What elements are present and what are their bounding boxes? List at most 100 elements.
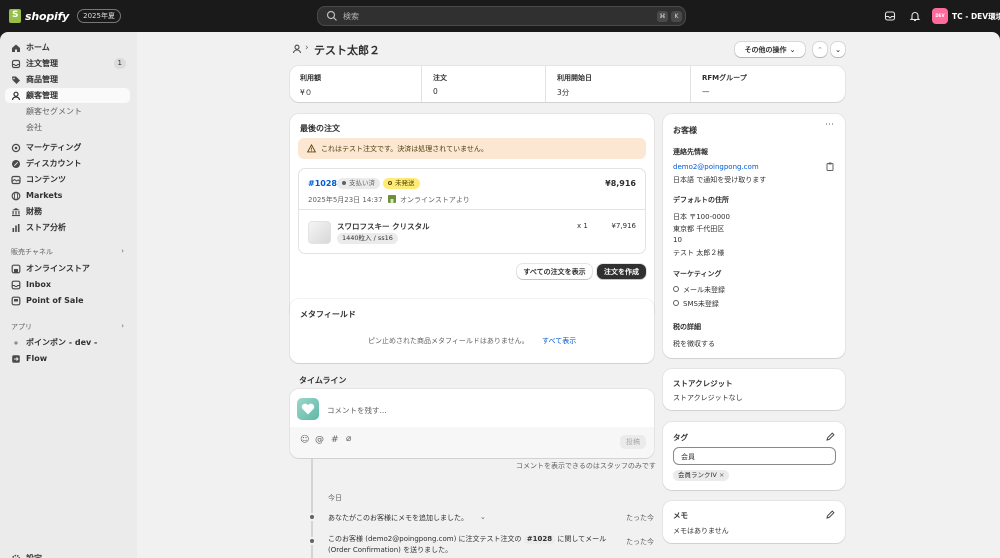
stat-label: 利用額 (300, 74, 321, 82)
memo-card: メモ メモはありません (663, 501, 845, 543)
globe-icon (11, 191, 21, 200)
sidebar-item-analytics[interactable]: ストア分析 (5, 220, 130, 235)
chevron-down-icon: ⌄ (789, 45, 796, 54)
sidebar-item-home[interactable]: ホーム (5, 40, 130, 55)
tags-input[interactable]: 会員 (673, 447, 836, 465)
marketing-title: マーケティング (673, 270, 722, 278)
edit-pencil-icon[interactable] (826, 510, 835, 519)
page-title: テスト太郎２ (314, 44, 380, 57)
search-input[interactable]: 検索 ⌘ K (317, 6, 686, 26)
email-marketing-status-icon (673, 286, 679, 292)
chart-icon (12, 223, 20, 232)
sidebar-item-orders[interactable]: 注文管理 1 (5, 56, 130, 71)
shortcut-key-k: K (671, 11, 682, 22)
sidebar-item-content[interactable]: コンテンツ (5, 172, 130, 187)
event-text: このお客様 (demo2@poingpong.com) に注文テスト注文の (328, 535, 522, 543)
avatar (297, 398, 319, 420)
sidebar-item-markets[interactable]: Markets (5, 188, 130, 203)
hashtag-icon[interactable]: # (331, 435, 339, 445)
stat-orders: 注文 0 (423, 66, 546, 102)
order-summary-box: #1028 支払い済 未発送 ¥8,916 2025年5月23日 14:37 オ… (298, 168, 646, 254)
more-horizontal-icon[interactable]: ⋯ (825, 120, 834, 130)
address-line: 日本 〒100-0000 (673, 213, 730, 221)
sidebar-item-label: ホーム (26, 43, 50, 52)
orders-icon (11, 59, 21, 68)
sidebar-item-companies[interactable]: 会社 (5, 120, 130, 135)
comment-input[interactable]: コメントを残す... (327, 405, 387, 416)
event-order-badge[interactable]: #1028 (523, 535, 556, 544)
store-credit-title: ストアクレジット (673, 379, 733, 388)
contact-info-title: 連絡先情報 (673, 148, 708, 156)
pos-icon (11, 296, 21, 305)
mention-icon[interactable]: @ (315, 435, 324, 445)
sms-marketing-status: SMS未登録 (683, 300, 719, 308)
order-item-name[interactable]: スワロフスキー クリスタル (337, 221, 430, 232)
test-order-notice: これはテスト注文です。決済は処理されていません。 (321, 145, 488, 153)
sidebar-item-flow[interactable]: Flow (5, 351, 130, 366)
sidebar-item-products[interactable]: 商品管理 (5, 72, 130, 87)
top-bar: shopify 2025年夏 検索 ⌘ K DEV TC - DEV環境 (0, 0, 1000, 32)
metafields-show-all-link[interactable]: すべて表示 (542, 336, 576, 346)
sidebar-item-settings[interactable]: 設定 (5, 551, 130, 558)
edit-pencil-icon[interactable] (826, 432, 835, 441)
copy-icon[interactable] (826, 162, 834, 171)
sidebar-item-poinpon-app[interactable]: ポインポン - dev - (5, 335, 130, 350)
default-address-title: デフォルトの住所 (673, 196, 729, 204)
view-all-orders-label: すべての注文を表示 (523, 267, 586, 276)
next-customer-button[interactable]: ⌄ (831, 42, 845, 57)
chevron-up-icon: ⌃ (817, 45, 823, 54)
shopify-logo[interactable]: shopify 2025年夏 (9, 9, 121, 23)
sidebar-item-label: Markets (26, 191, 63, 200)
bell-icon[interactable] (909, 10, 921, 22)
sales-channels-section[interactable]: 販売チャネル › (5, 247, 130, 257)
sidebar-item-discounts[interactable]: ディスカウント (5, 156, 130, 171)
chevron-down-icon[interactable]: ⌄ (480, 513, 486, 521)
store-credit-value: ストアクレジットなし (673, 394, 743, 402)
sidebar-item-segments[interactable]: 顧客セグメント (5, 104, 130, 119)
sidebar-item-label: ディスカウント (26, 159, 82, 168)
sms-marketing-status-icon (673, 300, 679, 306)
chevron-right-icon: › (121, 322, 124, 330)
sidebar-item-label: 注文管理 (26, 59, 58, 68)
store-switcher[interactable]: DEV TC - DEV環境 (932, 8, 1000, 24)
tax-details-value: 税を徴収する (673, 340, 715, 348)
stat-label: RFMグループ (702, 74, 747, 82)
view-all-orders-button[interactable]: すべての注文を表示 (517, 264, 592, 279)
store-avatar: DEV (932, 8, 948, 24)
previous-customer-button[interactable]: ⌃ (813, 42, 827, 57)
metafields-title: メタフィールド (300, 310, 356, 319)
order-number-link[interactable]: #1028 (308, 179, 337, 188)
sidebar: ホーム 注文管理 1 商品管理 顧客管理 顧客セグメント 会社 マーケティング … (0, 32, 137, 558)
more-actions-button[interactable]: その他の操作 ⌄ (735, 42, 805, 57)
customer-email-link[interactable]: demo2@poingpong.com (673, 163, 759, 171)
emoji-icon[interactable]: ☺ (300, 435, 309, 445)
sidebar-item-customers[interactable]: 顧客管理 (5, 88, 130, 103)
create-order-button[interactable]: 注文を作成 (597, 264, 646, 279)
order-item-quantity: x 1 (577, 222, 588, 230)
sidebar-item-marketing[interactable]: マーケティング (5, 140, 130, 155)
timeline-event-time: たった今 (626, 514, 654, 522)
timeline-date-heading: 今日 (328, 494, 342, 502)
gear-icon (11, 554, 21, 558)
flow-icon (12, 354, 20, 363)
remove-tag-icon[interactable]: × (719, 471, 724, 479)
sidebar-item-label: 財務 (26, 207, 42, 216)
sidebar-item-inbox[interactable]: Inbox (5, 277, 130, 292)
online-store-icon (388, 195, 396, 203)
sidebar-item-online-store[interactable]: オンラインストア (5, 261, 130, 276)
sidebar-item-pos[interactable]: Point of Sale (5, 293, 130, 308)
metafields-empty-text: ピン止めされた商品メタフィールドはありません。 (368, 337, 529, 345)
store-icon (11, 264, 21, 273)
test-order-banner: これはテスト注文です。決済は処理されていません。 (298, 138, 646, 159)
inbox-tray-icon[interactable] (884, 10, 896, 22)
sidebar-item-label: 会社 (26, 123, 42, 132)
more-actions-label: その他の操作 (744, 45, 787, 54)
apps-section[interactable]: アプリ › (5, 322, 130, 332)
bank-icon (12, 207, 20, 216)
attachment-icon[interactable]: ⌀ (346, 434, 351, 444)
stat-rfm-group: RFMグループ — (692, 66, 842, 102)
sidebar-item-finance[interactable]: 財務 (5, 204, 130, 219)
timeline-dot (308, 513, 316, 521)
post-button[interactable]: 投稿 (620, 435, 646, 449)
order-total: ¥8,916 (605, 179, 636, 188)
